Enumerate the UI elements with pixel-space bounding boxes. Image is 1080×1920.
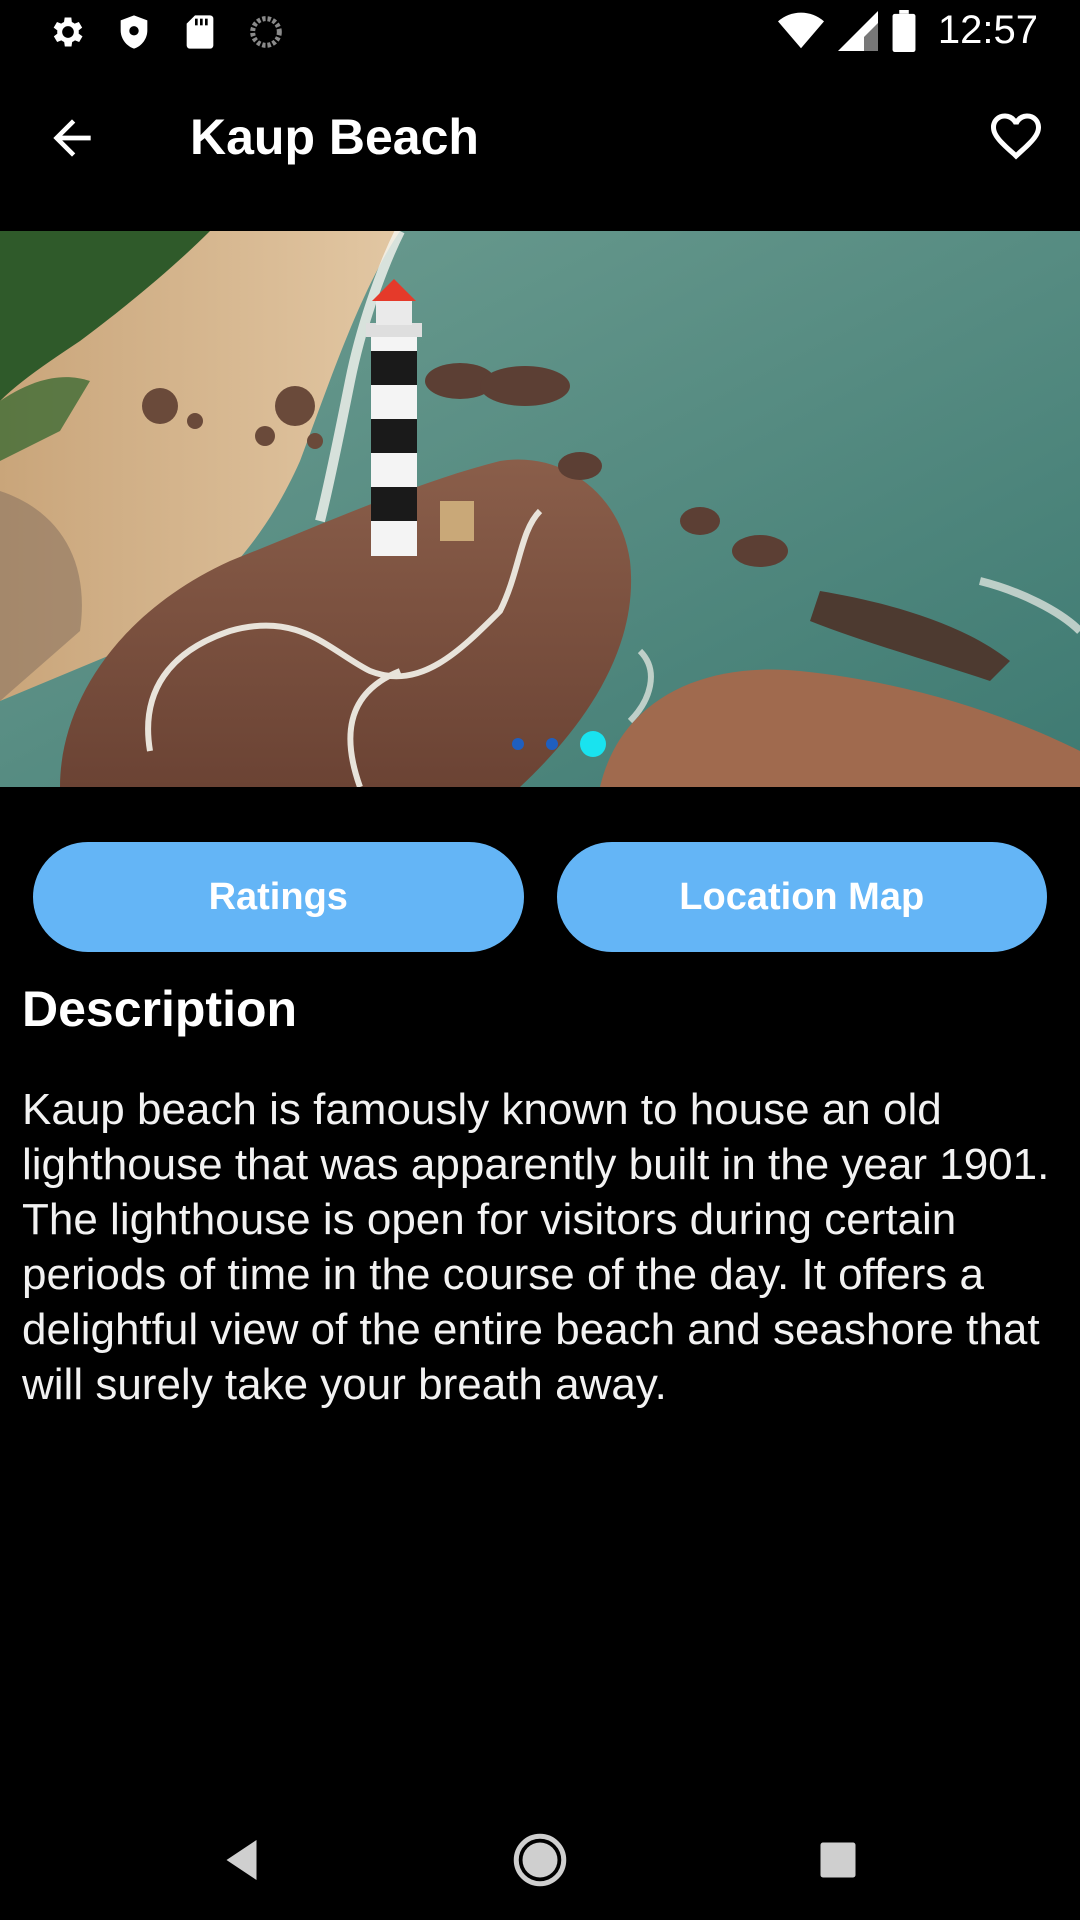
carousel-dot[interactable] [512, 738, 524, 750]
sd-card-icon [186, 15, 214, 49]
status-left-icons [48, 12, 286, 52]
description-heading: Description [22, 981, 298, 1037]
ratings-button[interactable]: Ratings [33, 842, 524, 952]
nav-recents-button[interactable] [808, 1830, 868, 1890]
wifi-icon [777, 12, 824, 48]
carousel-dot[interactable] [546, 738, 558, 750]
location-map-button[interactable]: Location Map [556, 842, 1047, 952]
sync-icon [250, 16, 282, 48]
shield-icon [120, 15, 148, 49]
carousel-indicator [0, 731, 1080, 757]
battery-icon [892, 9, 916, 52]
cell-signal-icon [837, 10, 878, 51]
favorite-button[interactable] [986, 106, 1046, 166]
action-buttons: Ratings Location Map [33, 842, 1047, 952]
page-title: Kaup Beach [190, 109, 479, 165]
nav-home-button[interactable] [510, 1830, 570, 1890]
home-circle-icon [513, 1833, 567, 1887]
nav-back-button[interactable] [214, 1830, 274, 1890]
image-carousel[interactable] [0, 231, 1080, 787]
app-bar: Kaup Beach [0, 80, 1080, 192]
system-nav-bar [0, 1800, 1080, 1920]
arrow-left-icon [53, 119, 91, 157]
beach-photo [0, 231, 1080, 787]
heart-outline-icon [991, 113, 1041, 160]
back-triangle-icon [226, 1840, 257, 1880]
gear-icon [53, 17, 83, 47]
status-bar: 12:57 [0, 0, 1080, 64]
status-right-icons: 12:57 [777, 8, 1038, 53]
back-button[interactable] [44, 110, 100, 166]
carousel-dot-active[interactable] [580, 731, 606, 757]
recents-square-icon [820, 1842, 856, 1878]
status-clock: 12:57 [937, 8, 1038, 52]
description-text: Kaup beach is famously known to house an… [22, 1085, 1050, 1409]
